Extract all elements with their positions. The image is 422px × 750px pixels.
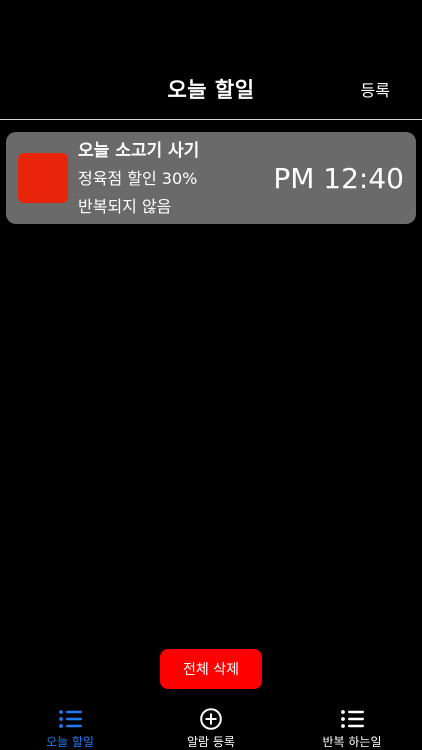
navigation-bar: 오늘 할일 등록 [0,60,422,118]
tab-bar: 오늘 할일 알람 등록 반복 하는일 [0,700,422,750]
tab-repeat-label: 반복 하는일 [322,735,382,749]
todo-title: 오늘 소고기 사기 [78,141,200,161]
tab-add-alarm[interactable]: 알람 등록 [141,700,281,750]
delete-all-button[interactable]: 전체 삭제 [160,649,262,689]
todo-color-swatch [18,153,68,203]
plus-circle-icon [200,708,222,730]
todo-item[interactable]: 오늘 소고기 사기 정육점 할인 30% 반복되지 않음 PM 12:40 [6,132,416,224]
todo-memo: 정육점 할인 30% [78,169,198,188]
tab-repeat[interactable]: 반복 하는일 [282,700,422,750]
header-divider [0,119,422,120]
list-icon [59,710,82,728]
todo-repeat: 반복되지 않음 [78,197,172,216]
register-button[interactable]: 등록 [361,77,390,101]
tab-add-alarm-label: 알람 등록 [187,735,235,749]
todo-time: PM 12:40 [273,162,404,195]
page-title: 오늘 할일 [167,78,255,102]
list-icon [341,710,364,728]
tab-today-label: 오늘 할일 [46,735,94,749]
todo-text-group: 오늘 소고기 사기 정육점 할인 30% 반복되지 않음 [78,138,199,221]
tab-today[interactable]: 오늘 할일 [0,700,140,750]
